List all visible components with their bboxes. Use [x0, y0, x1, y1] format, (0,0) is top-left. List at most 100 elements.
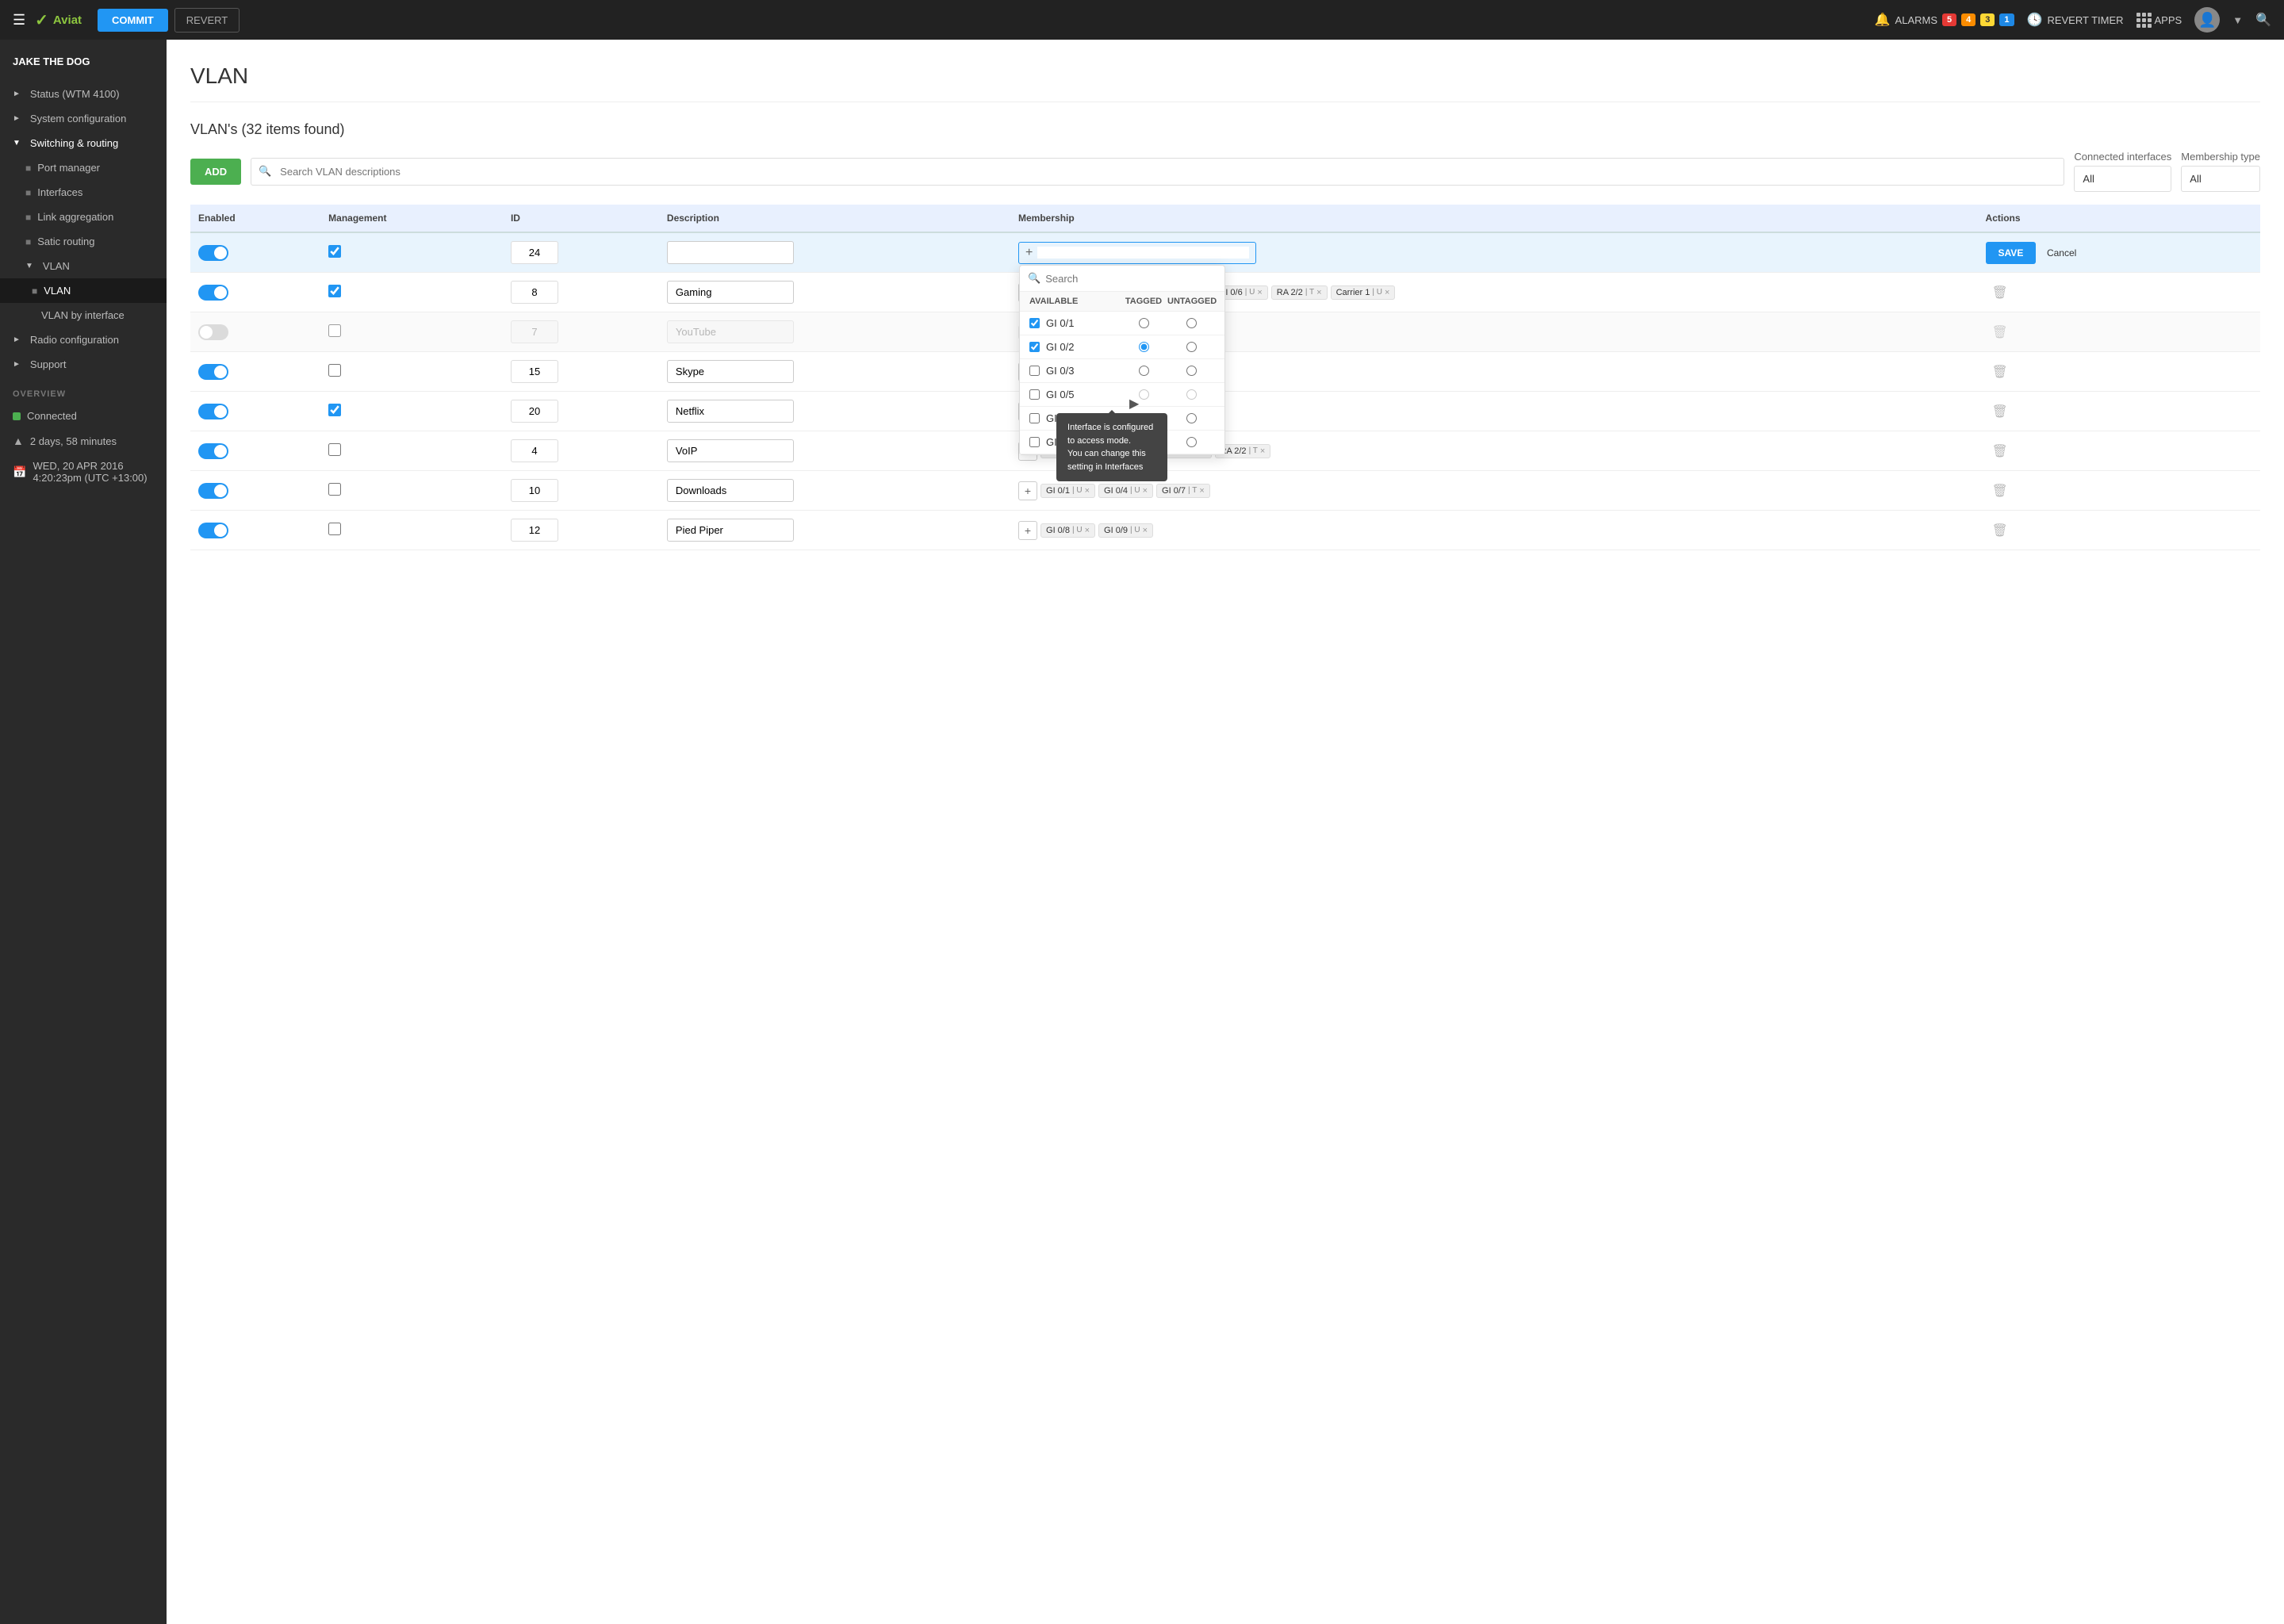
connected-interfaces-select[interactable]: All — [2074, 166, 2171, 192]
delete-button[interactable]: 🗑 — [1986, 361, 2014, 383]
enabled-toggle[interactable] — [198, 285, 228, 301]
enabled-toggle[interactable] — [198, 324, 228, 340]
id-input[interactable] — [511, 360, 558, 383]
di-untagged-gi06[interactable] — [1186, 413, 1197, 423]
delete-button[interactable]: 🗑 — [1986, 400, 2014, 423]
add-member-button[interactable]: + — [1018, 481, 1037, 500]
di-untagged-gi01[interactable] — [1186, 318, 1197, 328]
hamburger-menu[interactable]: ☰ — [13, 12, 25, 29]
sidebar-item-port-manager[interactable]: ■ Port manager — [0, 155, 167, 180]
commit-button[interactable]: COMMIT — [98, 9, 168, 32]
sidebar-item-link-aggregation[interactable]: ■ Link aggregation — [0, 205, 167, 229]
delete-button[interactable]: 🗑 — [1986, 321, 2014, 343]
sidebar-item-support[interactable]: ► Support — [0, 352, 167, 377]
description-input[interactable] — [667, 519, 794, 542]
description-input[interactable] — [667, 400, 794, 423]
add-button[interactable]: ADD — [190, 159, 241, 185]
cancel-button[interactable]: Cancel — [2039, 242, 2084, 264]
revert-timer[interactable]: 🕓 REVERT TIMER — [2027, 12, 2124, 28]
description-input[interactable] — [667, 281, 794, 304]
search-icon[interactable]: 🔍 — [2255, 12, 2271, 28]
di-tagged-gi05[interactable] — [1139, 389, 1149, 400]
actions-cell: 🗑 — [1978, 352, 2260, 392]
id-input[interactable] — [511, 320, 558, 343]
membership-add-icon[interactable]: + — [1025, 246, 1033, 260]
management-checkbox[interactable] — [328, 523, 341, 535]
enabled-toggle[interactable] — [198, 443, 228, 459]
description-input[interactable] — [667, 360, 794, 383]
management-checkbox[interactable] — [328, 285, 341, 297]
sidebar-item-status[interactable]: ► Status (WTM 4100) — [0, 82, 167, 106]
enabled-toggle[interactable] — [198, 245, 228, 261]
enabled-toggle[interactable] — [198, 364, 228, 380]
id-input[interactable] — [511, 400, 558, 423]
sidebar-item-switching[interactable]: ▼ Switching & routing — [0, 131, 167, 155]
description-input[interactable] — [667, 439, 794, 462]
description-input[interactable] — [667, 320, 794, 343]
di-name-gi03: GI 0/3 — [1046, 365, 1120, 377]
membership-type-select[interactable]: All — [2181, 166, 2260, 192]
di-check-gi03[interactable] — [1029, 366, 1040, 376]
search-vlan-input[interactable] — [251, 158, 2064, 186]
sidebar: JAKE THE DOG ► Status (WTM 4100) ► Syste… — [0, 40, 167, 1624]
sidebar-item-vlan[interactable]: ■ VLAN — [0, 278, 167, 303]
membership-type-filter: Membership type All — [2181, 151, 2260, 192]
enabled-toggle[interactable] — [198, 404, 228, 419]
sidebar-item-system-config[interactable]: ► System configuration — [0, 106, 167, 131]
di-tagged-gi01[interactable] — [1139, 318, 1149, 328]
uptime-label: 2 days, 58 minutes — [30, 435, 117, 447]
di-check-gi05[interactable] — [1029, 389, 1040, 400]
description-input[interactable] — [667, 479, 794, 502]
di-tagged-gi03[interactable] — [1139, 366, 1149, 376]
enabled-cell — [190, 352, 320, 392]
edit-membership-cell: + 🔍 AVAILABLE — [1010, 232, 1978, 273]
id-input[interactable] — [511, 439, 558, 462]
delete-button[interactable]: 🗑 — [1986, 282, 2014, 304]
di-check-gi06[interactable] — [1029, 413, 1040, 423]
id-input[interactable] — [511, 281, 558, 304]
di-tagged-gi02[interactable] — [1139, 342, 1149, 352]
connected-label: Connected — [27, 410, 77, 422]
sidebar-item-vlan-by-interface[interactable]: VLAN by interface — [0, 303, 167, 327]
dropdown-item-gi03: GI 0/3 — [1020, 359, 1224, 383]
delete-button[interactable]: 🗑 — [1986, 519, 2014, 542]
di-check-gi02[interactable] — [1029, 342, 1040, 352]
enabled-toggle[interactable] — [198, 483, 228, 499]
mem-tag: Carrier 1 | U × — [1331, 285, 1396, 300]
id-input[interactable] — [511, 519, 558, 542]
management-checkbox[interactable] — [328, 324, 341, 337]
membership-input[interactable] — [1037, 247, 1249, 259]
di-check-gi01[interactable] — [1029, 318, 1040, 328]
apps-section[interactable]: APPS — [2136, 13, 2182, 28]
sidebar-item-radio-config[interactable]: ► Radio configuration — [0, 327, 167, 352]
management-checkbox[interactable] — [328, 483, 341, 496]
id-input[interactable] — [511, 241, 558, 264]
di-untagged-gi05[interactable] — [1186, 389, 1197, 400]
di-untagged-gi07[interactable] — [1186, 437, 1197, 447]
save-button[interactable]: SAVE — [1986, 242, 2037, 264]
management-checkbox[interactable] — [328, 443, 341, 456]
management-checkbox[interactable] — [328, 245, 341, 258]
user-dropdown-arrow[interactable]: ▼ — [2232, 14, 2243, 26]
description-input[interactable] — [667, 241, 794, 264]
management-cell — [320, 511, 503, 550]
id-cell — [503, 312, 659, 352]
user-avatar[interactable]: 👤 — [2194, 7, 2220, 33]
di-untagged-gi02[interactable] — [1186, 342, 1197, 352]
delete-button[interactable]: 🗑 — [1986, 440, 2014, 462]
add-member-button[interactable]: + — [1018, 521, 1037, 540]
sidebar-item-static-routing[interactable]: ■ Satic routing — [0, 229, 167, 254]
sidebar-item-vlan-parent[interactable]: ▼ VLAN — [0, 254, 167, 278]
management-checkbox[interactable] — [328, 364, 341, 377]
sidebar-item-interfaces[interactable]: ■ Interfaces — [0, 180, 167, 205]
mem-tag: GI 0/9 | U × — [1098, 523, 1153, 538]
dropdown-search-input[interactable] — [1045, 273, 1217, 285]
toggle-slider — [198, 245, 228, 261]
enabled-toggle[interactable] — [198, 523, 228, 538]
management-checkbox[interactable] — [328, 404, 341, 416]
revert-button[interactable]: REVERT — [174, 8, 240, 33]
di-check-gi07[interactable] — [1029, 437, 1040, 447]
delete-button[interactable]: 🗑 — [1986, 480, 2014, 502]
di-untagged-gi03[interactable] — [1186, 366, 1197, 376]
id-input[interactable] — [511, 479, 558, 502]
